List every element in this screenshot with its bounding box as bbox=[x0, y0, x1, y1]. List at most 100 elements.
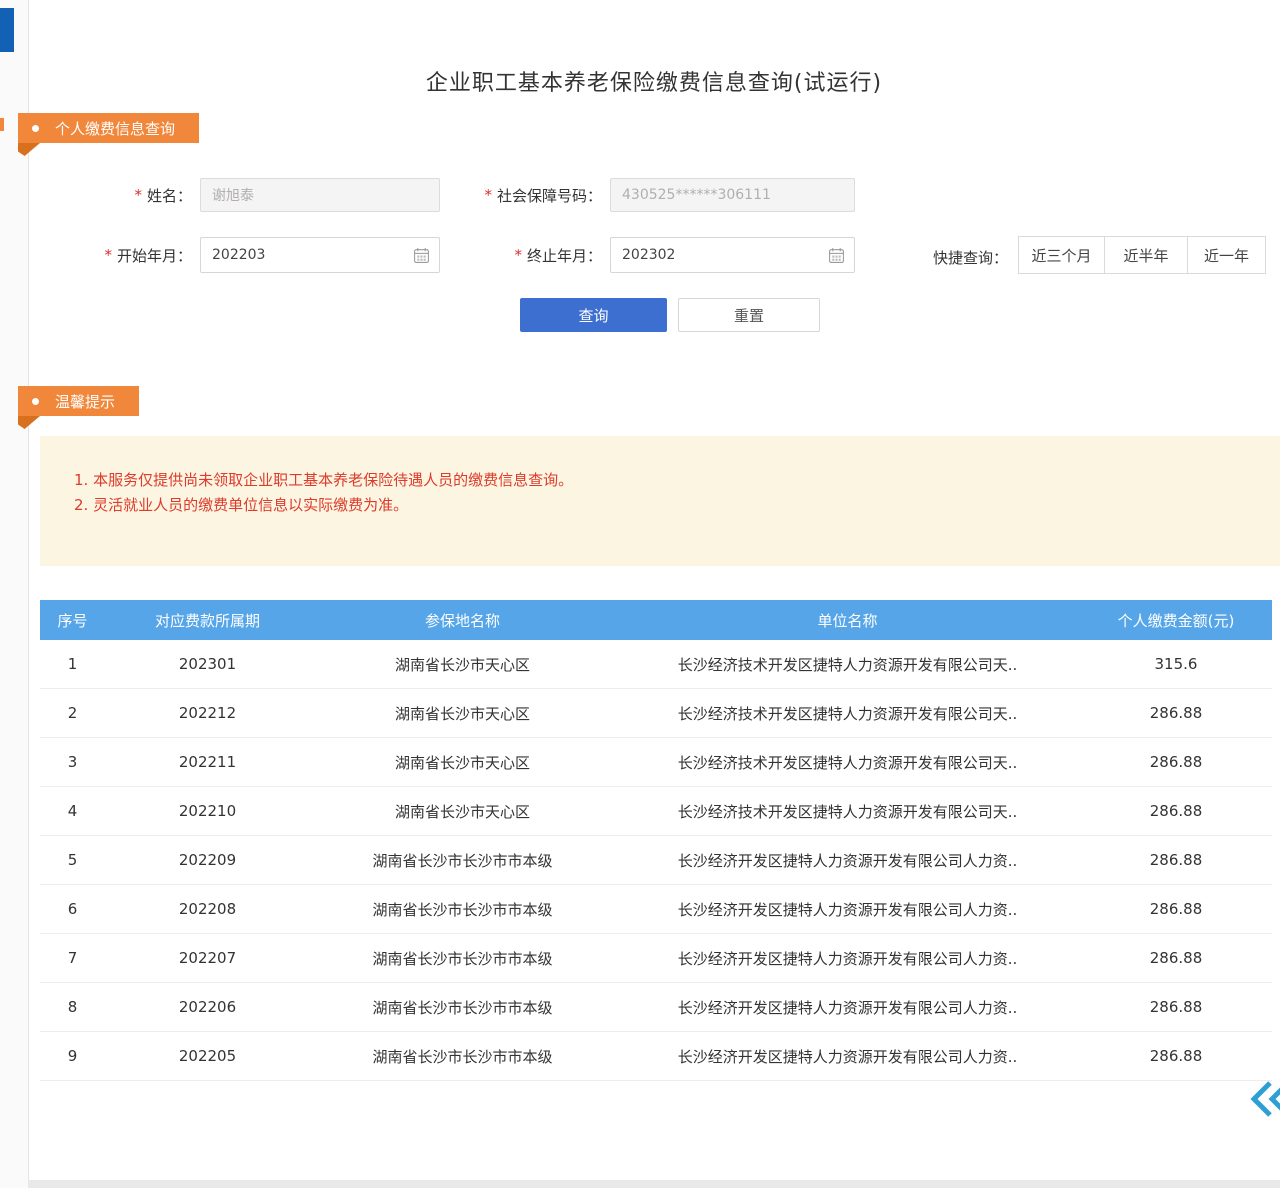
section-badge-tips-label: 温馨提示 bbox=[55, 391, 115, 412]
cell-region: 湖南省长沙市长沙市市本级 bbox=[310, 983, 615, 1031]
cell-amount: 286.88 bbox=[1080, 934, 1272, 982]
cell-region: 湖南省长沙市长沙市市本级 bbox=[310, 934, 615, 982]
cell-amount: 286.88 bbox=[1080, 836, 1272, 884]
cell-amount: 286.88 bbox=[1080, 738, 1272, 786]
cell-region: 湖南省长沙市天心区 bbox=[310, 689, 615, 737]
cell-region: 湖南省长沙市天心区 bbox=[310, 640, 615, 688]
required-asterisk: * bbox=[134, 186, 142, 204]
ssn-field-wrap bbox=[610, 178, 855, 212]
cell-region: 湖南省长沙市长沙市市本级 bbox=[310, 885, 615, 933]
header-serial: 序号 bbox=[40, 600, 105, 640]
table-row: 9 202205 湖南省长沙市长沙市市本级 长沙经济开发区捷特人力资源开发有限公… bbox=[40, 1032, 1272, 1081]
start-month-field-wrap bbox=[200, 237, 440, 273]
tips-line-2: 2. 灵活就业人员的缴费单位信息以实际缴费为准。 bbox=[74, 493, 1260, 518]
cell-company: 长沙经济开发区捷特人力资源开发有限公司人力资.. bbox=[615, 983, 1080, 1031]
table-row: 4 202210 湖南省长沙市天心区 长沙经济技术开发区捷特人力资源开发有限公司… bbox=[40, 787, 1272, 836]
cell-amount: 315.6 bbox=[1080, 640, 1272, 688]
header-region: 参保地名称 bbox=[310, 600, 615, 640]
cell-period: 202209 bbox=[105, 836, 310, 884]
cell-amount: 286.88 bbox=[1080, 689, 1272, 737]
cell-company: 长沙经济技术开发区捷特人力资源开发有限公司天.. bbox=[615, 689, 1080, 737]
cell-company: 长沙经济开发区捷特人力资源开发有限公司人力资.. bbox=[615, 885, 1080, 933]
cell-serial: 6 bbox=[40, 885, 105, 933]
header-amount: 个人缴费金额(元) bbox=[1080, 600, 1272, 640]
end-month-label: * 终止年月： bbox=[430, 238, 602, 272]
table-row: 7 202207 湖南省长沙市长沙市市本级 长沙经济开发区捷特人力资源开发有限公… bbox=[40, 934, 1272, 983]
table-row: 6 202208 湖南省长沙市长沙市市本级 长沙经济开发区捷特人力资源开发有限公… bbox=[40, 885, 1272, 934]
cell-company: 长沙经济技术开发区捷特人力资源开发有限公司天.. bbox=[615, 787, 1080, 835]
ssn-field bbox=[620, 186, 845, 204]
left-sidebar-strip bbox=[0, 0, 29, 1188]
payments-table: 序号 对应费款所属期 参保地名称 单位名称 个人缴费金额(元) 1 202301… bbox=[40, 600, 1272, 1081]
quick-option-halfyear[interactable]: 近半年 bbox=[1104, 236, 1188, 274]
cell-period: 202205 bbox=[105, 1032, 310, 1080]
page-title: 企业职工基本养老保险缴费信息查询(试运行) bbox=[28, 65, 1280, 97]
table-row: 5 202209 湖南省长沙市长沙市市本级 长沙经济开发区捷特人力资源开发有限公… bbox=[40, 836, 1272, 885]
table-row: 3 202211 湖南省长沙市天心区 长沙经济技术开发区捷特人力资源开发有限公司… bbox=[40, 738, 1272, 787]
start-month-field[interactable] bbox=[210, 246, 407, 264]
cell-period: 202210 bbox=[105, 787, 310, 835]
cell-serial: 1 bbox=[40, 640, 105, 688]
cell-region: 湖南省长沙市长沙市市本级 bbox=[310, 1032, 615, 1080]
calendar-icon[interactable] bbox=[828, 247, 845, 264]
cell-serial: 8 bbox=[40, 983, 105, 1031]
cell-period: 202212 bbox=[105, 689, 310, 737]
sidebar-accent-block bbox=[0, 8, 14, 52]
cell-amount: 286.88 bbox=[1080, 983, 1272, 1031]
cell-region: 湖南省长沙市长沙市市本级 bbox=[310, 836, 615, 884]
cell-serial: 2 bbox=[40, 689, 105, 737]
start-month-label: * 开始年月： bbox=[60, 238, 192, 272]
reset-button[interactable]: 重置 bbox=[678, 298, 820, 332]
table-body: 1 202301 湖南省长沙市天心区 长沙经济技术开发区捷特人力资源开发有限公司… bbox=[40, 640, 1272, 1081]
query-button[interactable]: 查询 bbox=[520, 298, 667, 332]
table-row: 1 202301 湖南省长沙市天心区 长沙经济技术开发区捷特人力资源开发有限公司… bbox=[40, 640, 1272, 689]
name-label: * 姓名： bbox=[60, 178, 192, 212]
quick-query-label: 快捷查询： bbox=[933, 247, 1008, 268]
cell-serial: 9 bbox=[40, 1032, 105, 1080]
cell-amount: 286.88 bbox=[1080, 787, 1272, 835]
table-row: 8 202206 湖南省长沙市长沙市市本级 长沙经济开发区捷特人力资源开发有限公… bbox=[40, 983, 1272, 1032]
name-field bbox=[210, 186, 430, 204]
required-asterisk: * bbox=[514, 246, 522, 264]
quick-option-1year[interactable]: 近一年 bbox=[1187, 236, 1266, 274]
quick-option-3months[interactable]: 近三个月 bbox=[1018, 236, 1105, 274]
table-header: 序号 对应费款所属期 参保地名称 单位名称 个人缴费金额(元) bbox=[40, 600, 1272, 640]
header-company: 单位名称 bbox=[615, 600, 1080, 640]
section-badge-query: 个人缴费信息查询 bbox=[18, 113, 199, 143]
table-row: 2 202212 湖南省长沙市天心区 长沙经济技术开发区捷特人力资源开发有限公司… bbox=[40, 689, 1272, 738]
cell-region: 湖南省长沙市天心区 bbox=[310, 738, 615, 786]
cell-period: 202301 bbox=[105, 640, 310, 688]
cell-amount: 286.88 bbox=[1080, 1032, 1272, 1080]
tips-line-1: 1. 本服务仅提供尚未领取企业职工基本养老保险待遇人员的缴费信息查询。 bbox=[74, 468, 1260, 493]
cell-period: 202207 bbox=[105, 934, 310, 982]
collapse-chevron-icon[interactable] bbox=[1250, 1080, 1280, 1122]
end-month-field[interactable] bbox=[620, 246, 822, 264]
cell-period: 202206 bbox=[105, 983, 310, 1031]
cell-company: 长沙经济技术开发区捷特人力资源开发有限公司天.. bbox=[615, 738, 1080, 786]
cell-serial: 3 bbox=[40, 738, 105, 786]
required-asterisk: * bbox=[104, 246, 112, 264]
cell-company: 长沙经济开发区捷特人力资源开发有限公司人力资.. bbox=[615, 836, 1080, 884]
cell-amount: 286.88 bbox=[1080, 885, 1272, 933]
left-edge-orange-mark bbox=[0, 118, 4, 131]
cell-period: 202208 bbox=[105, 885, 310, 933]
cell-company: 长沙经济开发区捷特人力资源开发有限公司人力资.. bbox=[615, 934, 1080, 982]
cell-company: 长沙经济技术开发区捷特人力资源开发有限公司天.. bbox=[615, 640, 1080, 688]
cell-period: 202211 bbox=[105, 738, 310, 786]
page: 企业职工基本养老保险缴费信息查询(试运行) 个人缴费信息查询 * 姓名： * 社… bbox=[0, 0, 1280, 1188]
cell-serial: 5 bbox=[40, 836, 105, 884]
end-month-field-wrap bbox=[610, 237, 855, 273]
header-period: 对应费款所属期 bbox=[105, 600, 310, 640]
bullet-dot-icon bbox=[32, 125, 39, 132]
quick-query-group: 近三个月 近半年 近一年 bbox=[1018, 236, 1266, 274]
section-badge-tips: 温馨提示 bbox=[18, 386, 139, 416]
cell-serial: 4 bbox=[40, 787, 105, 835]
cell-region: 湖南省长沙市天心区 bbox=[310, 787, 615, 835]
calendar-icon[interactable] bbox=[413, 247, 430, 264]
required-asterisk: * bbox=[484, 186, 492, 204]
cell-company: 长沙经济开发区捷特人力资源开发有限公司人力资.. bbox=[615, 1032, 1080, 1080]
tips-box: 1. 本服务仅提供尚未领取企业职工基本养老保险待遇人员的缴费信息查询。 2. 灵… bbox=[40, 436, 1280, 566]
bottom-edge-strip bbox=[28, 1180, 1280, 1188]
bullet-dot-icon bbox=[32, 398, 39, 405]
name-field-wrap bbox=[200, 178, 440, 212]
